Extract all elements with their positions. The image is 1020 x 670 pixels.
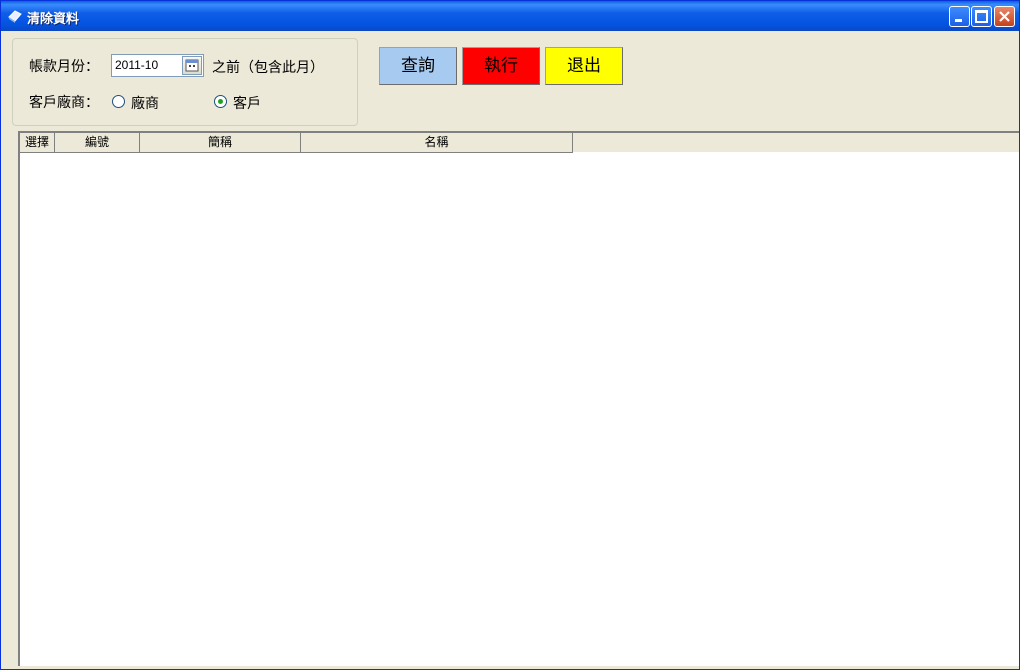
- maximize-button[interactable]: [971, 6, 992, 27]
- data-grid[interactable]: 選擇 編號 簡稱 名稱: [18, 131, 1019, 666]
- month-value[interactable]: 2011-10: [115, 58, 158, 72]
- main-window: 清除資料 帳款月份： 2011-10 之前（包含此月） 客戶廠商： 廠商 客戶 …: [0, 0, 1020, 670]
- radio-customer[interactable]: [214, 95, 227, 108]
- radio-vendor[interactable]: [112, 95, 125, 108]
- minimize-icon: [955, 19, 962, 22]
- radio-customer-label[interactable]: 客戶: [233, 93, 261, 113]
- title-bar[interactable]: 清除資料: [1, 1, 1019, 31]
- column-header-id[interactable]: 編號: [55, 133, 140, 152]
- calendar-icon: [185, 59, 199, 72]
- radio-vendor-label[interactable]: 廠商: [131, 93, 159, 113]
- column-header-short-name[interactable]: 簡稱: [140, 133, 301, 152]
- minimize-button[interactable]: [949, 6, 970, 27]
- grid-header-filler: [573, 133, 1019, 152]
- month-input[interactable]: 2011-10: [111, 54, 204, 77]
- query-button[interactable]: 查詢: [379, 47, 457, 85]
- radio-selected-dot: [218, 99, 223, 104]
- month-suffix: 之前（包含此月）: [212, 60, 324, 76]
- column-header-name[interactable]: 名稱: [301, 133, 573, 152]
- type-label: 客戶廠商：: [29, 95, 99, 111]
- grid-header: 選擇 編號 簡稱 名稱: [20, 133, 573, 153]
- exit-button[interactable]: 退出: [545, 47, 623, 85]
- app-icon: [8, 10, 22, 23]
- close-icon: [999, 11, 1010, 22]
- close-button[interactable]: [994, 6, 1015, 27]
- maximize-icon: [975, 10, 988, 23]
- filter-groupbox: [12, 38, 358, 126]
- calendar-button[interactable]: [182, 56, 202, 75]
- month-label: 帳款月份：: [29, 59, 99, 75]
- execute-button[interactable]: 執行: [462, 47, 540, 85]
- column-header-select[interactable]: 選擇: [20, 133, 55, 152]
- window-title: 清除資料: [27, 12, 80, 27]
